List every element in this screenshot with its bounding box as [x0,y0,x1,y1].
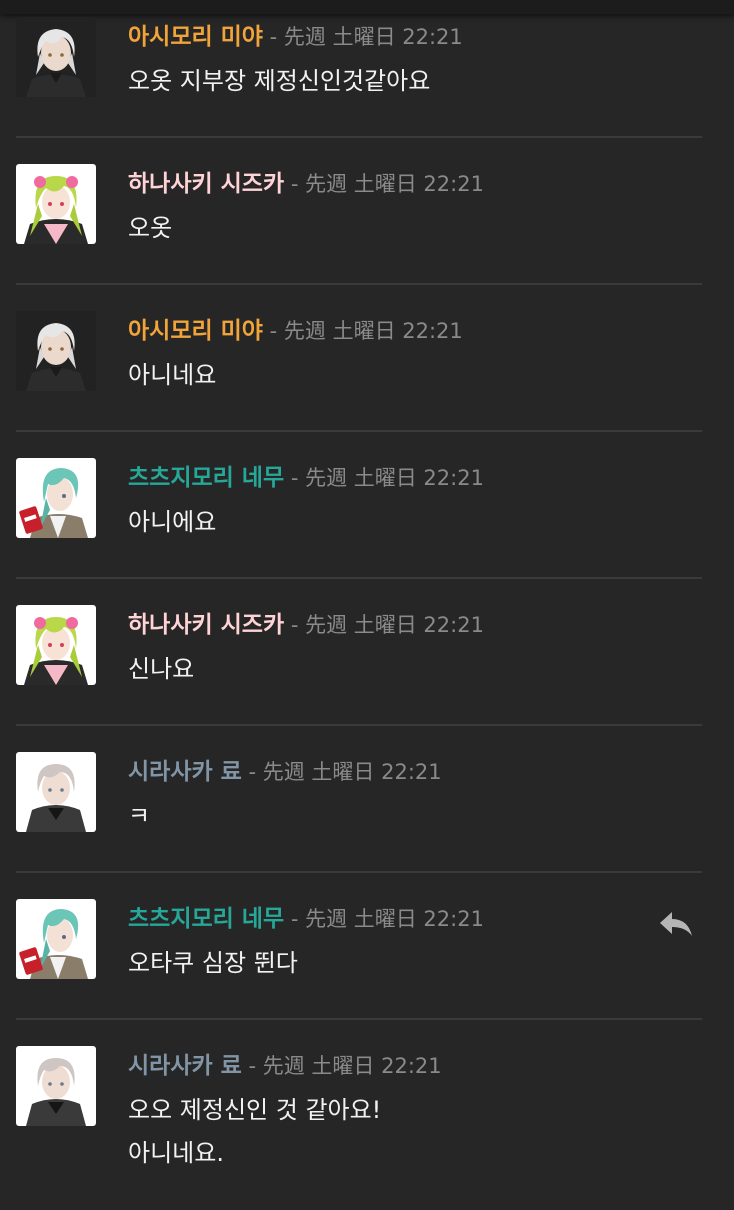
message-line: 아니네요. [128,1139,224,1167]
timestamp: - 先週 土曜日 22:21 [241,760,442,784]
message-line: 오타쿠 심장 뛴다 [128,949,298,977]
message-text: 오옷 [128,207,172,250]
author-name[interactable]: 시라사카 료 [128,759,242,785]
message-line: 신나요 [128,655,195,683]
timestamp: - 先週 土曜日 22:21 [262,319,463,343]
message-line: 오오 제정신인 것 같아요! [128,1096,382,1124]
user-avatar[interactable] [16,17,96,97]
message-item[interactable]: 시라사카 료 - 先週 土曜日 22:21 ㅋ [0,726,734,873]
timestamp: - 先週 土曜日 22:21 [284,907,484,931]
message-line: 오옷 [128,214,173,242]
reply-arrow-icon[interactable] [656,909,696,939]
message-header: 하나사키 시즈카 - 先週 土曜日 22:21 [128,169,484,199]
message-item[interactable]: 츠츠지모리 네무 - 先週 土曜日 22:21 오타쿠 심장 뛴다 [0,873,734,1020]
message-line: 아니에요 [128,508,217,536]
message-line: 아니네요 [128,361,217,389]
message-text: 아니네요 [128,354,216,397]
user-avatar[interactable] [16,1046,96,1126]
user-avatar[interactable] [16,752,96,832]
user-avatar[interactable] [16,605,96,685]
user-avatar[interactable] [16,311,96,391]
message-item[interactable]: 아시모리 미야 - 先週 土曜日 22:21 오옷 지부장 제정신인것같아요 [0,0,734,138]
author-name[interactable]: 아시모리 미야 [128,24,263,50]
timestamp: - 先週 土曜日 22:21 [262,25,463,49]
message-text: 아니에요 [128,501,216,544]
message-line: ㅋ [128,802,151,830]
author-name[interactable]: 시라사카 료 [128,1053,242,1079]
author-name[interactable]: 츠츠지모리 네무 [128,906,284,932]
message-line: 오옷 지부장 제정신인것같아요 [128,67,431,95]
author-name[interactable]: 츠츠지모리 네무 [128,465,284,491]
author-name[interactable]: 아시모리 미야 [128,318,263,344]
message-item[interactable]: 츠츠지모리 네무 - 先週 土曜日 22:21 아니에요 [0,432,734,579]
message-text: 신나요 [128,648,194,691]
message-item[interactable]: 하나사키 시즈카 - 先週 土曜日 22:21 오옷 [0,138,734,285]
user-avatar[interactable] [16,899,96,979]
timestamp: - 先週 土曜日 22:21 [284,613,484,637]
message-header: 츠츠지모리 네무 - 先週 土曜日 22:21 [128,463,484,493]
author-name[interactable]: 하나사키 시즈카 [128,612,284,638]
message-item[interactable]: 아시모리 미야 - 先週 土曜日 22:21 아니네요 [0,285,734,432]
timestamp: - 先週 土曜日 22:21 [284,466,484,490]
timestamp: - 先週 土曜日 22:21 [241,1054,442,1078]
message-text: ㅋ [128,795,150,838]
message-header: 하나사키 시즈카 - 先週 土曜日 22:21 [128,610,484,640]
message-header: 츠츠지모리 네무 - 先週 土曜日 22:21 [128,904,484,934]
message-feed[interactable]: 아시모리 미야 - 先週 土曜日 22:21 오옷 지부장 제정신인것같아요 하… [0,0,734,1200]
message-text: 오옷 지부장 제정신인것같아요 [128,60,430,103]
author-name[interactable]: 하나사키 시즈카 [128,171,284,197]
message-text: 오오 제정신인 것 같아요! 아니네요. [128,1089,381,1175]
message-item[interactable]: 하나사키 시즈카 - 先週 土曜日 22:21 신나요 [0,579,734,726]
message-header: 시라사카 료 - 先週 土曜日 22:21 [128,757,442,787]
message-header: 아시모리 미야 - 先週 土曜日 22:21 [128,316,463,346]
message-text: 오타쿠 심장 뛴다 [128,942,298,985]
user-avatar[interactable] [16,164,96,244]
message-header: 아시모리 미야 - 先週 土曜日 22:21 [128,22,463,52]
user-avatar[interactable] [16,458,96,538]
message-header: 시라사카 료 - 先週 土曜日 22:21 [128,1051,442,1081]
timestamp: - 先週 土曜日 22:21 [284,172,484,196]
message-item[interactable]: 시라사카 료 - 先週 土曜日 22:21 오오 제정신인 것 같아요! 아니네… [0,1020,734,1210]
